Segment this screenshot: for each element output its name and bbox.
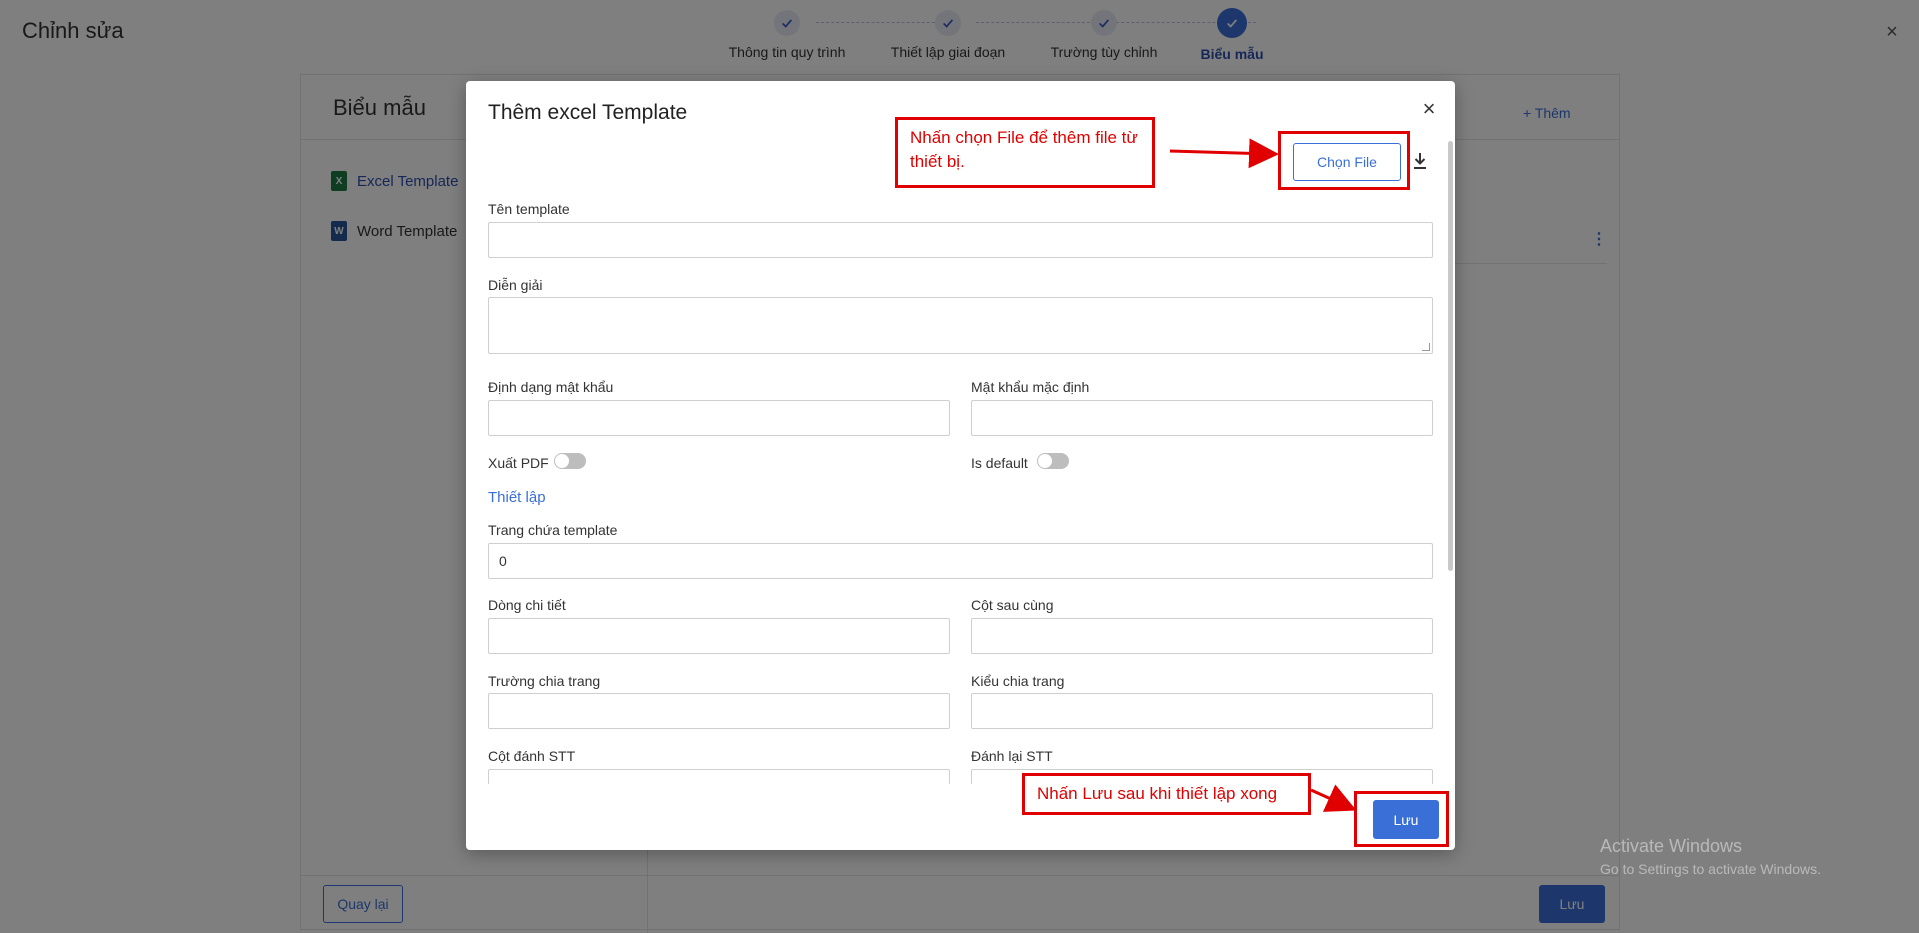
field-label: Diễn giải [488,277,543,293]
field-label: Kiểu chia trang [971,673,1065,689]
choose-file-callout: Nhấn chọn File để thêm file từ thiết bị. [895,117,1155,188]
watermark-line: Activate Windows [1600,836,1743,856]
password-format-input[interactable] [488,400,950,436]
download-icon[interactable] [1411,151,1429,171]
field-label: Mật khẩu mặc định [971,379,1090,395]
template-page-input[interactable]: 0 [488,543,1433,579]
field-label: Dòng chi tiết [488,597,566,613]
page-break-field-input[interactable] [488,693,950,729]
template-name-input[interactable] [488,222,1433,258]
index-column-input[interactable] [488,769,950,784]
choose-file-highlight [1278,131,1410,190]
toggle-label: Xuất PDF [488,455,549,471]
field-label: Tên template [488,201,570,217]
field-label: Cột sau cùng [971,597,1054,613]
field-label: Trường chia trang [488,673,601,689]
field-label: Đánh lại STT [971,748,1053,764]
field-label: Định dạng mật khẩu [488,379,614,395]
last-column-input[interactable] [971,618,1433,654]
resize-handle-icon[interactable] [1422,343,1430,351]
save-highlight [1354,791,1449,847]
watermark-line: Go to Settings to activate Windows. [1600,861,1821,877]
field-label: Cột đánh STT [488,748,576,764]
detail-row-input[interactable] [488,618,950,654]
close-icon[interactable]: × [1418,98,1440,120]
description-textarea[interactable] [488,297,1433,354]
save-callout: Nhấn Lưu sau khi thiết lập xong [1022,773,1311,815]
toggle-label: Is default [971,455,1028,471]
page-break-type-input[interactable] [971,693,1433,729]
windows-activation-watermark: Activate Windows Go to Settings to activ… [1600,836,1821,877]
export-pdf-toggle[interactable] [554,453,586,469]
dialog-title: Thêm excel Template [488,101,688,124]
add-excel-template-dialog: Thêm excel Template × Chọn File Tên temp… [466,81,1455,850]
default-password-input[interactable] [971,400,1433,436]
settings-link[interactable]: Thiết lập [488,489,546,506]
scrollbar[interactable] [1448,141,1453,571]
field-label: Trang chứa template [488,522,618,538]
is-default-toggle[interactable] [1037,453,1069,469]
